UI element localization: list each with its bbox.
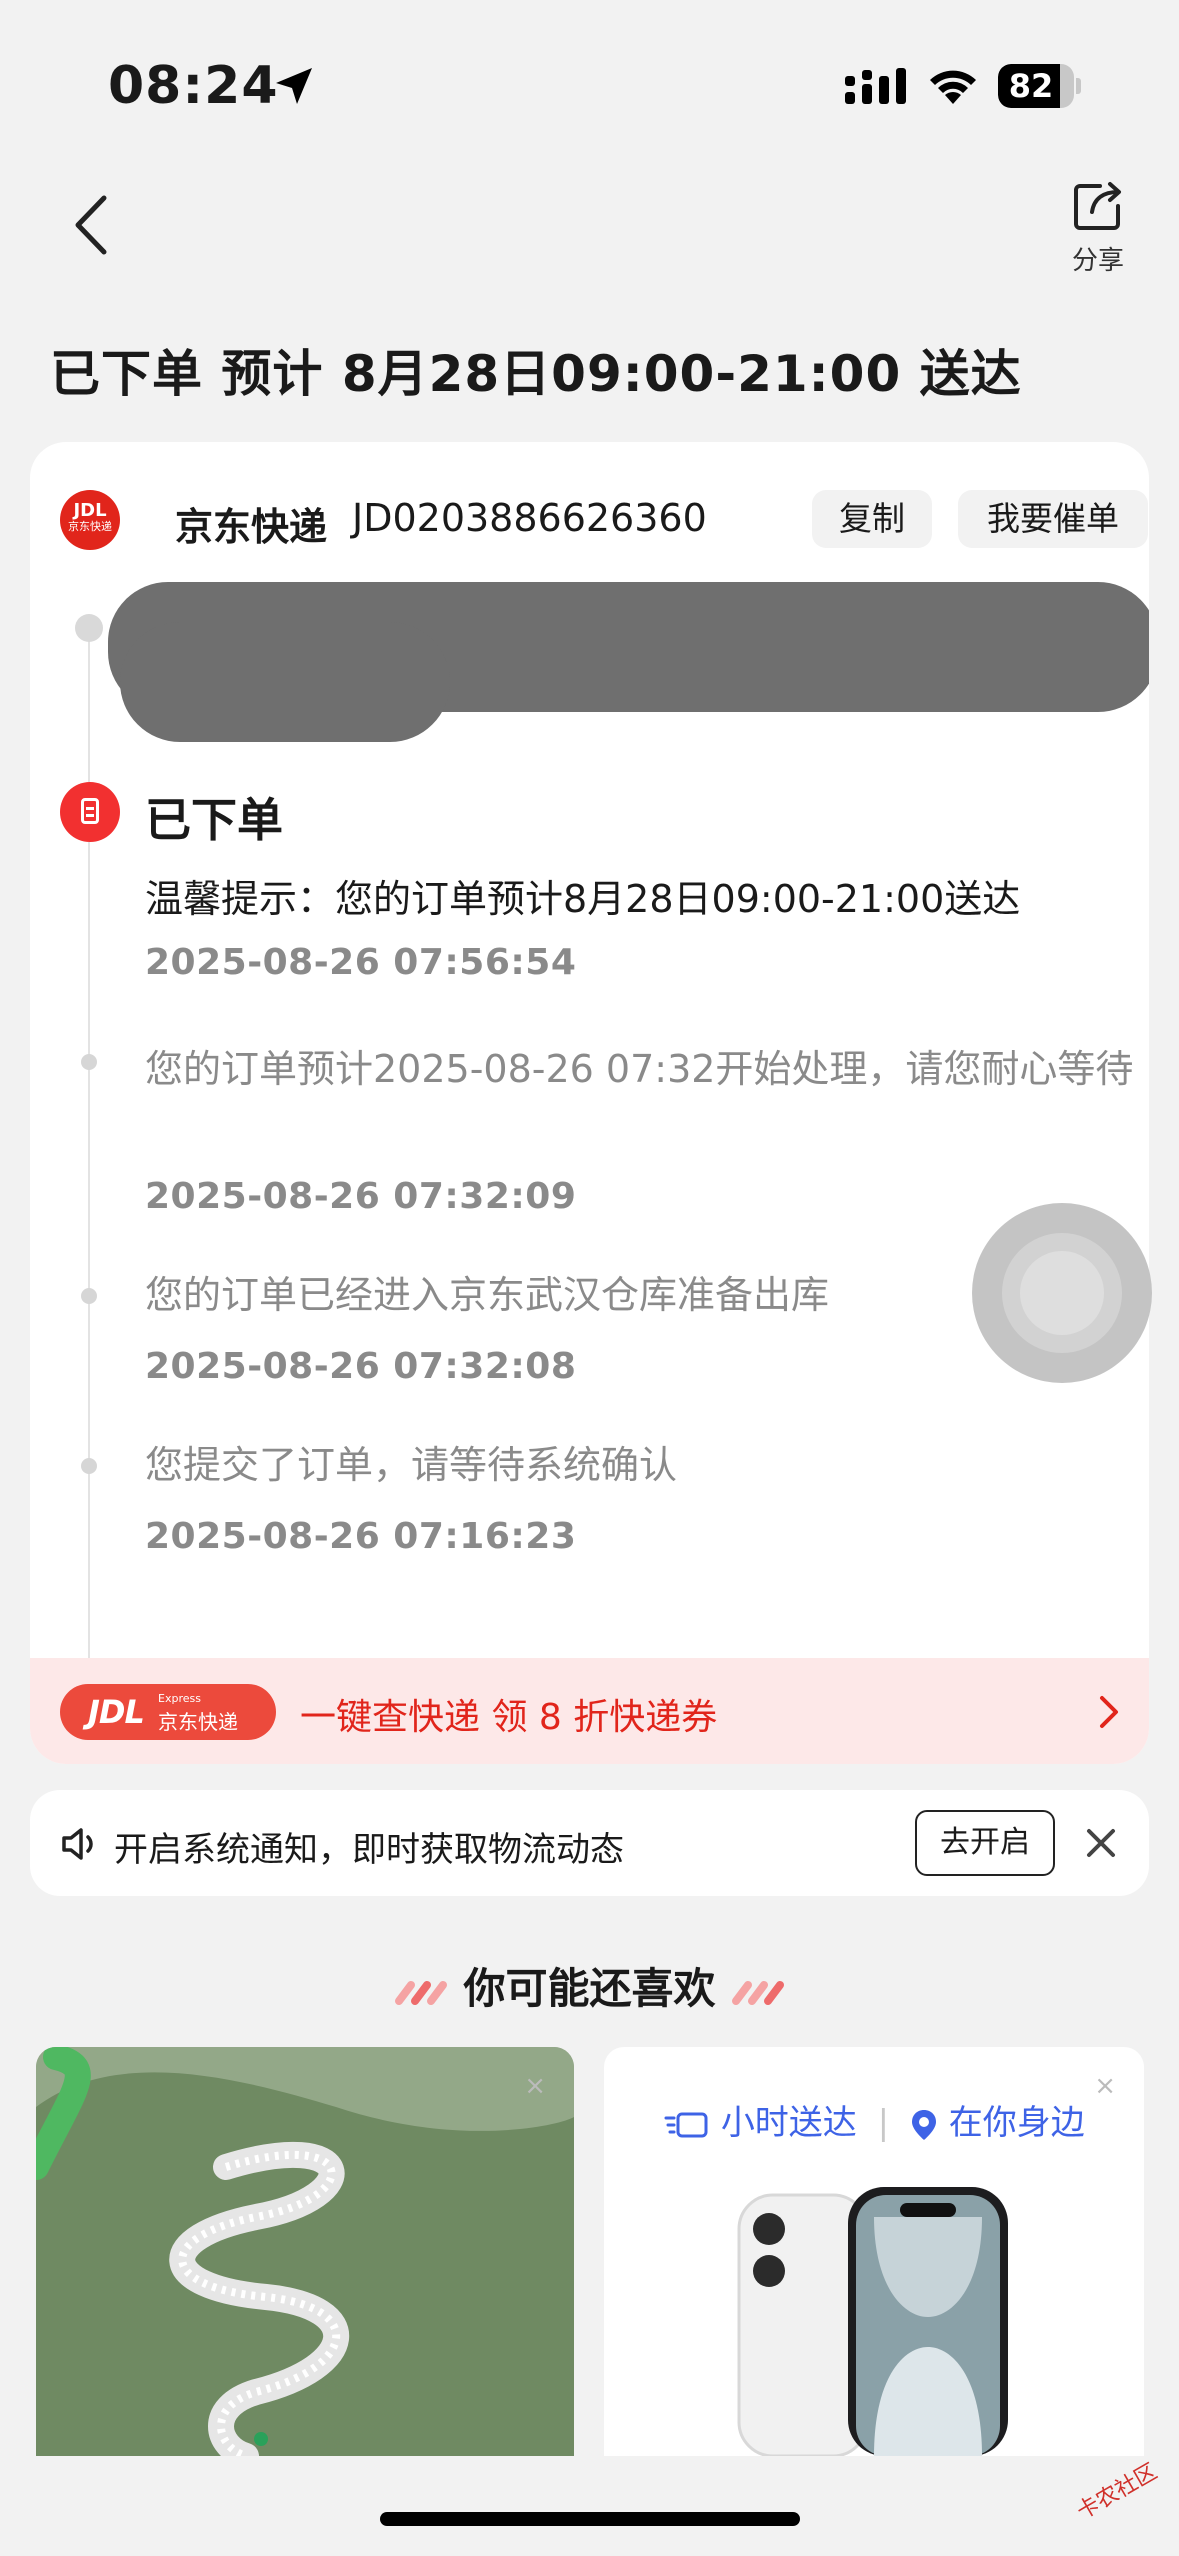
timeline-dot (81, 1458, 97, 1474)
speaker-icon (62, 1828, 93, 1860)
nav-bar: 分享 (0, 150, 1179, 290)
order-status-title: 已下单 预计 8月28日09:00-21:00 送达 (50, 345, 1022, 403)
product-card[interactable]: 小时送达 | 在你身边 × (604, 2047, 1144, 2456)
battery-percent: 82 (1008, 67, 1054, 105)
product-image (36, 2047, 574, 2456)
notification-text: 开启系统通知，即时获取物流动态 (114, 1830, 624, 1870)
notification-prompt: 开启系统通知，即时获取物流动态 去开启 (30, 1790, 1149, 1896)
chevron-right-icon (1100, 1696, 1118, 1728)
wifi-icon (930, 70, 976, 104)
timeline-event-text: 您提交了订单，请等待系统确认 (145, 1443, 678, 1487)
urge-order-button[interactable]: 我要催单 (958, 490, 1148, 548)
share-icon (1074, 182, 1121, 230)
current-event-time: 2025-08-26 07:56:54 (145, 942, 577, 983)
enable-notifications-button[interactable]: 去开启 (915, 1810, 1055, 1876)
timeline-event-time: 2025-08-26 07:32:08 (145, 1346, 577, 1387)
status-time: 08:24 (108, 56, 279, 116)
express-coupon-banner[interactable]: JDL Express 京东快递 一键查快递 领 8 折快递券 (30, 1658, 1149, 1764)
decoration-icon (732, 1980, 785, 2005)
banner-text: 一键查快递 领 8 折快递券 (300, 1697, 718, 1738)
timeline-event-text: 您的订单预计2025-08-26 07:32开始处理，请您耐心等待 (145, 1047, 1134, 1091)
timeline-dot (75, 614, 103, 642)
location-arrow-icon (276, 68, 312, 104)
share-label: 分享 (1071, 246, 1124, 276)
battery-indicator: 82 (998, 64, 1081, 108)
current-event-title: 已下单 (145, 793, 283, 847)
close-icon[interactable] (1084, 1826, 1118, 1860)
timeline-dot (81, 1288, 97, 1304)
timeline-event-time: 2025-08-26 07:32:09 (145, 1176, 577, 1217)
decoration-icon (394, 1980, 447, 2005)
timeline-line (88, 622, 90, 782)
phone-product-image (737, 2187, 1008, 2456)
redacted-address (120, 622, 450, 742)
assistive-touch-button[interactable] (972, 1203, 1152, 1383)
timeline-event-time: 2025-08-26 07:16:23 (145, 1516, 577, 1557)
copy-button[interactable]: 复制 (812, 490, 932, 548)
current-event-text: 温馨提示：您的订单预计8月28日09:00-21:00送达 (145, 877, 1021, 921)
close-icon[interactable]: × (524, 2071, 546, 2101)
back-chevron-icon[interactable] (62, 190, 122, 260)
recommendations-title-text: 你可能还喜欢 (463, 1964, 716, 2013)
tracking-card: JDL 京东快递 京东快递 JD0203886626360 复制 我要催单 已下… (30, 442, 1149, 1764)
timeline-dot (81, 1054, 97, 1070)
jd-express-logo: JDL 京东快递 (60, 490, 120, 550)
jdl-express-badge: JDL Express 京东快递 (60, 1684, 276, 1740)
tracking-number: JD0203886626360 (352, 496, 707, 540)
watermark: 卡农社区 (1072, 2459, 1162, 2525)
home-indicator (380, 2512, 800, 2526)
status-bar: 08:24 82 (0, 0, 1179, 150)
carrier-row: JDL 京东快递 京东快递 JD0203886626360 复制 我要催单 (60, 490, 1148, 554)
carrier-name: 京东快递 (175, 505, 328, 549)
product-card[interactable]: × (36, 2047, 574, 2456)
order-placed-icon (60, 782, 120, 842)
share-button[interactable]: 分享 (1058, 178, 1138, 277)
cellular-signal-icon (845, 68, 906, 104)
recommendations-title: 你可能还喜欢 (0, 1955, 1179, 2016)
